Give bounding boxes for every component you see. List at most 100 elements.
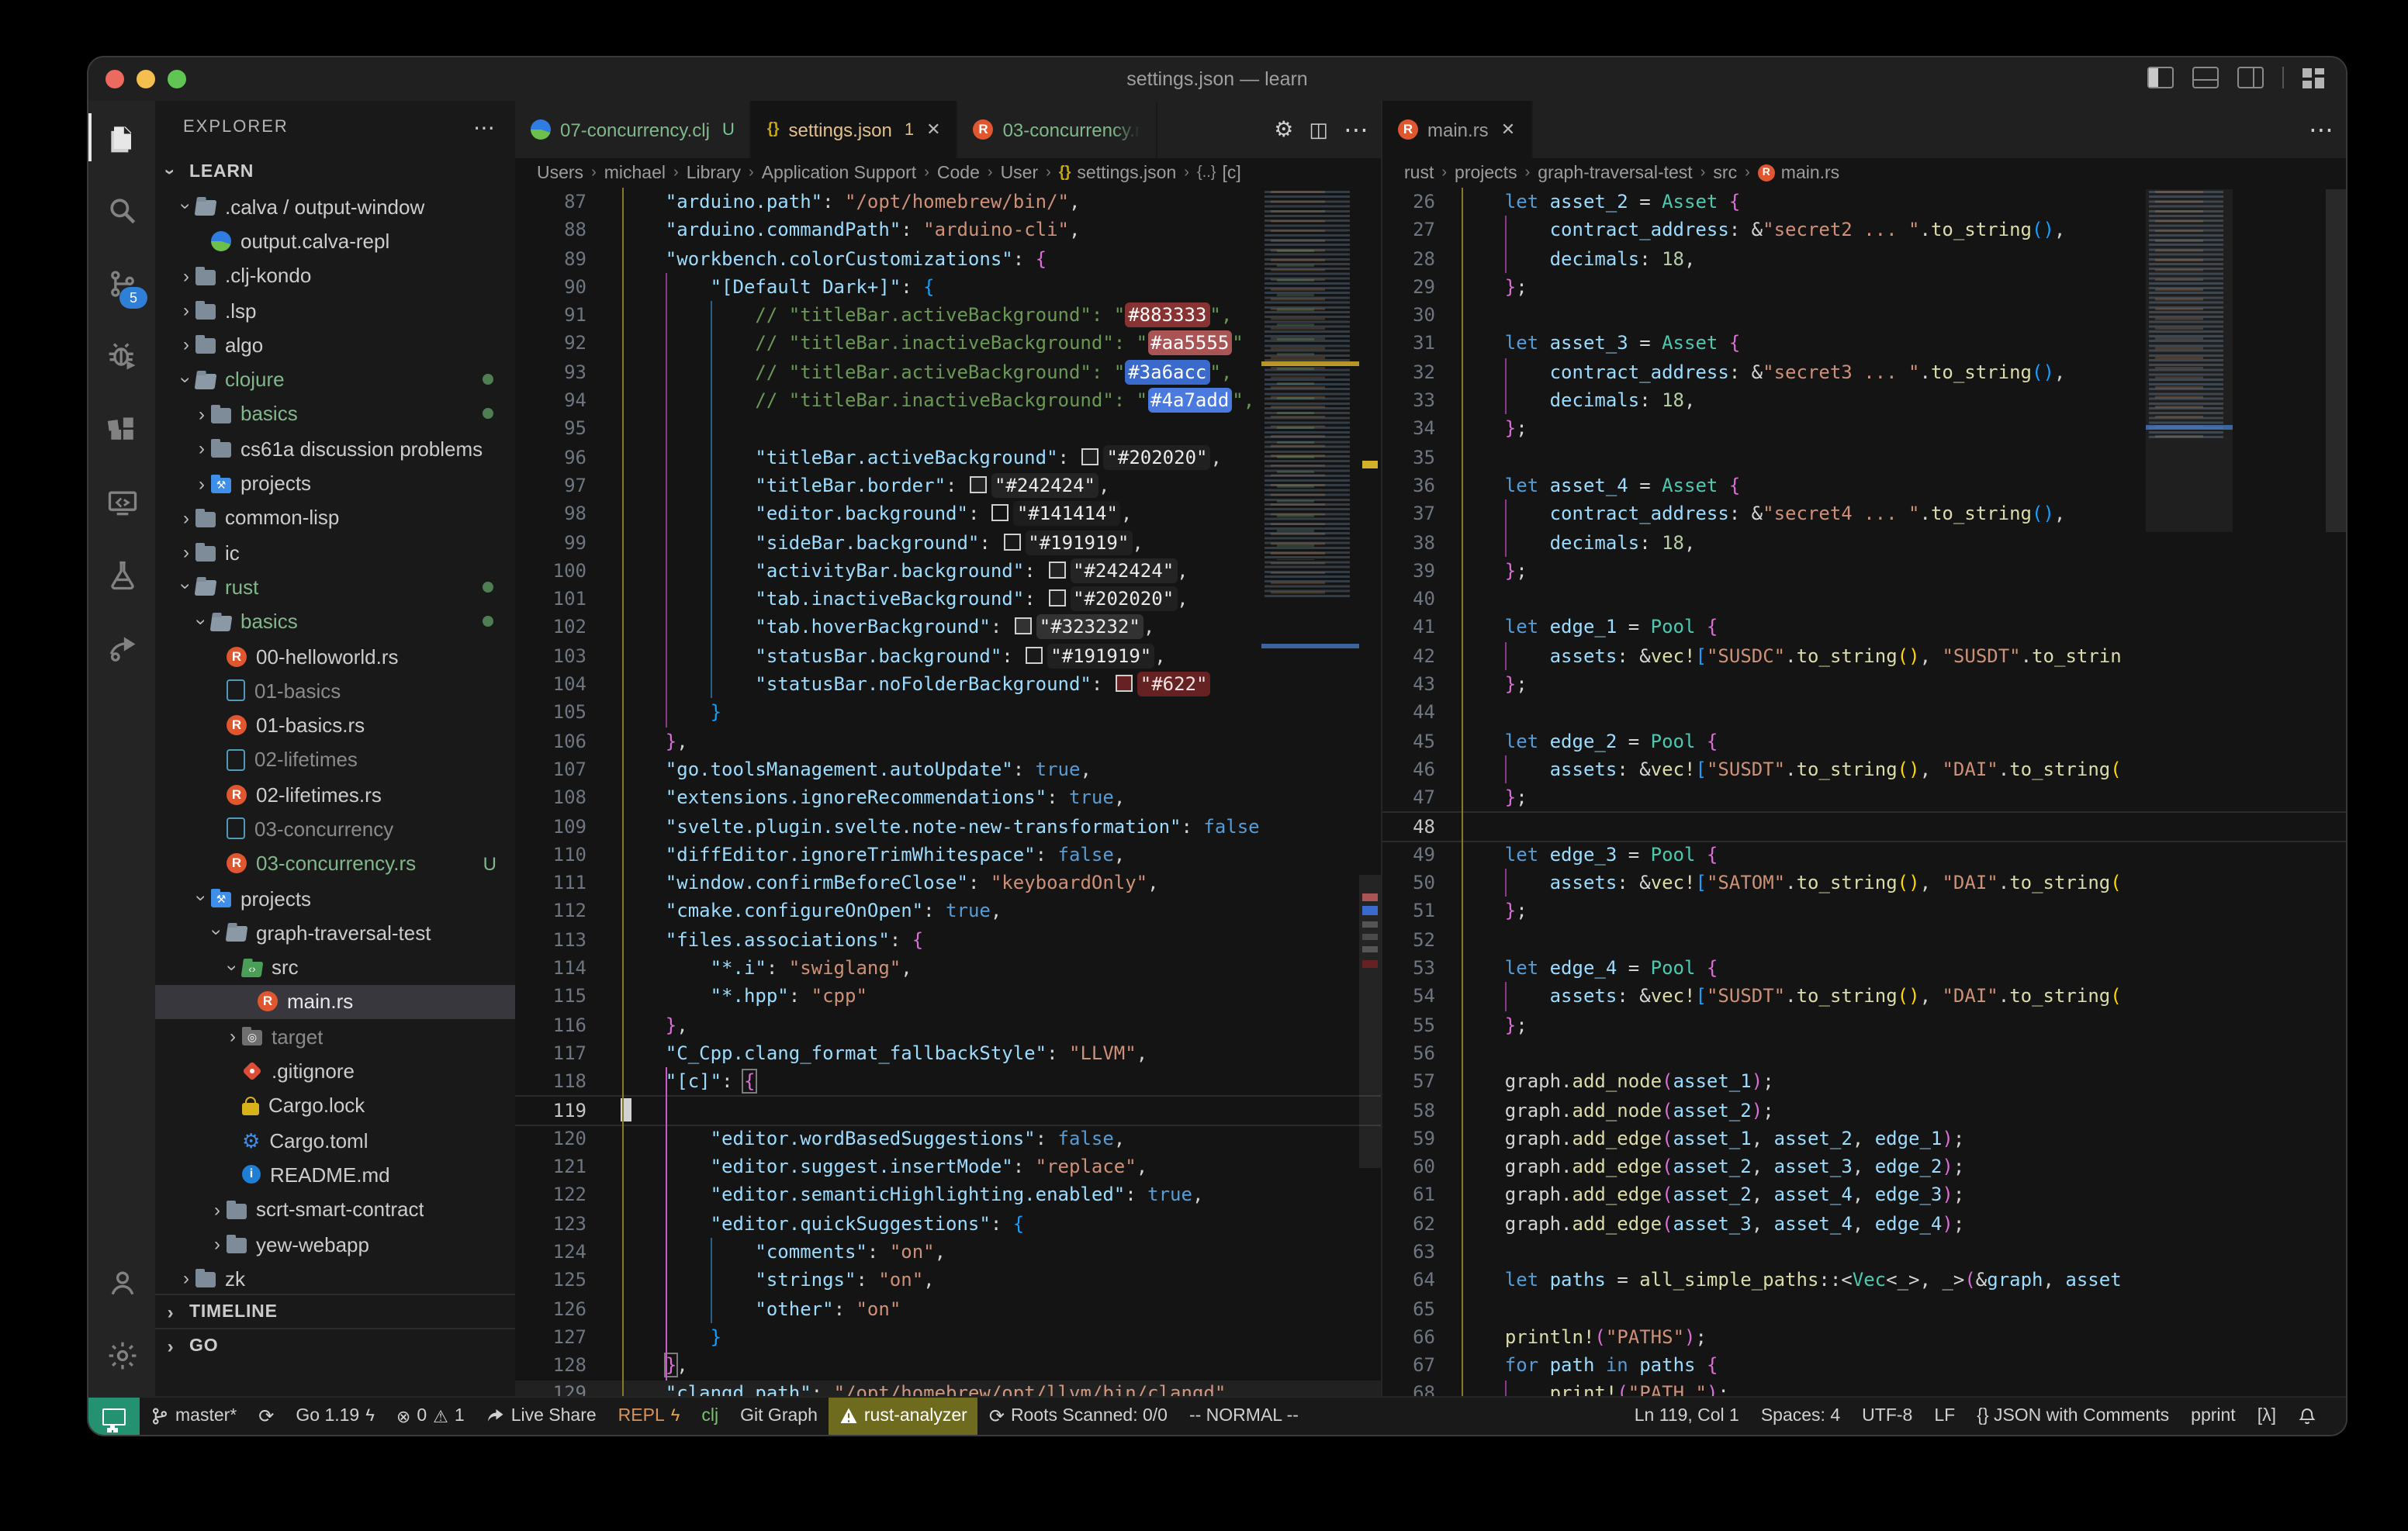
code-line-96: "titleBar.activeBackground": "#202020", <box>621 443 1261 472</box>
status-eol[interactable]: LF <box>1923 1398 1966 1435</box>
remote-explorer-icon[interactable] <box>88 465 155 538</box>
tree-item-01-basics.rs[interactable]: R01-basics.rs <box>155 708 515 743</box>
status-sync[interactable]: ⟳ <box>247 1398 285 1435</box>
settings-gear-icon[interactable] <box>88 1318 155 1391</box>
tree-item-target[interactable]: ›◎target <box>155 1019 515 1054</box>
status-cursor-position[interactable]: Ln 119, Col 1 <box>1624 1398 1750 1435</box>
status-lambda[interactable]: [λ] <box>2247 1398 2287 1435</box>
tree-item-projects[interactable]: ›⚒projects <box>155 881 515 916</box>
tree-item-yew-webapp[interactable]: ›yew-webapp <box>155 1227 515 1262</box>
tab-main.rs[interactable]: Rmain.rs✕ <box>1382 101 1532 158</box>
source-control-icon[interactable]: 5 <box>88 247 155 320</box>
tab-07-concurrency.clj[interactable]: 07-concurrency.cljU <box>515 101 752 158</box>
section-go[interactable]: ›GO <box>155 1328 515 1363</box>
scrollbar-left[interactable] <box>1359 188 1381 1396</box>
toggle-secondary-sidebar-icon[interactable] <box>2237 67 2264 88</box>
extensions-icon[interactable] <box>88 392 155 465</box>
tree-item-src[interactable]: ›‹›src <box>155 950 515 985</box>
breadcrumb-settings.json[interactable]: {}settings.json <box>1059 164 1176 182</box>
tab-close-icon[interactable]: ✕ <box>926 119 940 140</box>
tree-item-algo[interactable]: ›algo <box>155 327 515 362</box>
tree-item-basics[interactable]: ›basics <box>155 397 515 432</box>
tree-item-scrt-smart-contract[interactable]: ›scrt-smart-contract <box>155 1192 515 1227</box>
status-indentation[interactable]: Spaces: 4 <box>1750 1398 1851 1435</box>
search-icon[interactable] <box>88 174 155 247</box>
open-settings-gear-icon[interactable]: ⚙ <box>1274 116 1293 143</box>
status-rust-analyzer[interactable]: rust-analyzer <box>829 1398 978 1435</box>
tree-item-.lsp[interactable]: ›.lsp <box>155 293 515 328</box>
tree-item-readme.md[interactable]: iREADME.md <box>155 1158 515 1193</box>
tab-03-concurrency.r[interactable]: R03-concurrency.r <box>958 101 1158 158</box>
status-live-share[interactable]: Live Share <box>476 1398 607 1435</box>
status-pprint[interactable]: pprint <box>2180 1398 2247 1435</box>
tree-item-01-basics[interactable]: 01-basics <box>155 673 515 708</box>
tree-item-03-concurrency.rs[interactable]: R03-concurrency.rsU <box>155 846 515 881</box>
status-clj[interactable]: clj <box>690 1398 729 1435</box>
section-learn[interactable]: ›LEARN <box>155 155 515 189</box>
run-debug-icon[interactable] <box>88 320 155 392</box>
status-go-version[interactable]: Go 1.19ϟ <box>285 1398 386 1435</box>
breadcrumb-code[interactable]: Code <box>937 164 980 182</box>
status-git-branch[interactable]: master* <box>140 1398 247 1435</box>
tree-item-projects[interactable]: ›⚒projects <box>155 466 515 501</box>
minimap-left[interactable] <box>1261 188 1359 1396</box>
tab-close-icon[interactable]: ✕ <box>1501 119 1515 140</box>
live-share-icon[interactable] <box>88 611 155 684</box>
tree-item-ic[interactable]: ›ic <box>155 535 515 570</box>
editor-settings-json[interactable]: 8788899091929394959697989910010110210310… <box>515 188 1381 1398</box>
split-editor-icon[interactable]: ◫ <box>1309 117 1328 142</box>
breadcrumb-library[interactable]: Library <box>687 164 741 182</box>
status-problems[interactable]: ⊗0⚠1 <box>386 1398 476 1435</box>
breadcrumb-application-support[interactable]: Application Support <box>762 164 916 182</box>
status-roots-scanned[interactable]: ⟳Roots Scanned: 0/0 <box>978 1398 1178 1435</box>
breadcrumb-projects[interactable]: projects <box>1455 164 1517 182</box>
chevron-icon: › <box>177 1268 195 1290</box>
breadcrumb-[c][interactable]: {..}[c] <box>1197 164 1241 182</box>
tree-item-cargo.toml[interactable]: ⚙Cargo.toml <box>155 1123 515 1158</box>
tree-item-02-lifetimes[interactable]: 02-lifetimes <box>155 743 515 778</box>
tree-item-03-concurrency[interactable]: 03-concurrency <box>155 812 515 847</box>
tree-item-common-lisp[interactable]: ›common-lisp <box>155 500 515 535</box>
breadcrumb-graph-traversal-test[interactable]: graph-traversal-test <box>1538 164 1692 182</box>
tree-item-.calva-output-window[interactable]: ›.calva / output-window <box>155 189 515 224</box>
minimap-right[interactable] <box>2146 188 2233 1396</box>
section-timeline[interactable]: ›TIMELINE <box>155 1294 515 1329</box>
scrollbar-right[interactable] <box>2326 188 2346 1396</box>
tree-item-02-lifetimes.rs[interactable]: R02-lifetimes.rs <box>155 777 515 812</box>
status-language-mode[interactable]: {} JSON with Comments <box>1966 1398 2180 1435</box>
breadcrumb-users[interactable]: Users <box>537 164 583 182</box>
tree-item-rust[interactable]: ›rust <box>155 570 515 605</box>
status-repl[interactable]: REPLϟ <box>607 1398 691 1435</box>
tree-item-00-helloworld.rs[interactable]: R00-helloworld.rs <box>155 639 515 674</box>
breadcrumb-user[interactable]: User <box>1001 164 1039 182</box>
testing-icon[interactable] <box>88 538 155 611</box>
tab-settings.json[interactable]: {}settings.json1✕ <box>752 101 958 158</box>
tree-item-main.rs[interactable]: Rmain.rs <box>155 985 515 1020</box>
explorer-more-actions-icon[interactable]: ⋯ <box>473 101 496 155</box>
breadcrumb-main.rs[interactable]: Rmain.rs <box>1758 164 1839 182</box>
breadcrumb-rust[interactable]: rust <box>1404 164 1434 182</box>
breadcrumb-michael[interactable]: michael <box>604 164 666 182</box>
toggle-sidebar-icon[interactable] <box>2147 67 2174 88</box>
tree-item-cs61a-discussion-problems[interactable]: ›cs61a discussion problems <box>155 431 515 466</box>
more-actions-right-icon[interactable]: ⋯ <box>2309 114 2334 145</box>
customize-layout-icon[interactable] <box>2302 67 2324 88</box>
explorer-icon[interactable] <box>88 101 155 174</box>
status-remote-indicator[interactable] <box>88 1398 140 1435</box>
status-git-graph[interactable]: Git Graph <box>729 1398 829 1435</box>
status-vim-mode[interactable]: -- NORMAL -- <box>1178 1398 1310 1435</box>
tree-item-cargo.lock[interactable]: Cargo.lock <box>155 1088 515 1123</box>
tree-item-.clj-kondo[interactable]: ›.clj-kondo <box>155 258 515 293</box>
tree-item-basics[interactable]: ›basics <box>155 604 515 639</box>
status-encoding[interactable]: UTF-8 <box>1851 1398 1923 1435</box>
tree-item-zk[interactable]: ›zk <box>155 1261 515 1296</box>
tree-item-graph-traversal-test[interactable]: ›graph-traversal-test <box>155 915 515 950</box>
tree-item-output.calva-repl[interactable]: output.calva-repl <box>155 224 515 259</box>
status-notifications-bell[interactable] <box>2287 1398 2327 1435</box>
account-icon[interactable] <box>88 1246 155 1318</box>
toggle-panel-icon[interactable] <box>2192 67 2219 88</box>
tree-item-clojure[interactable]: ›clojure <box>155 362 515 397</box>
more-actions-icon[interactable]: ⋯ <box>1344 114 1368 145</box>
breadcrumb-src[interactable]: src <box>1713 164 1737 182</box>
tree-item-.gitignore[interactable]: .gitignore <box>155 1054 515 1089</box>
